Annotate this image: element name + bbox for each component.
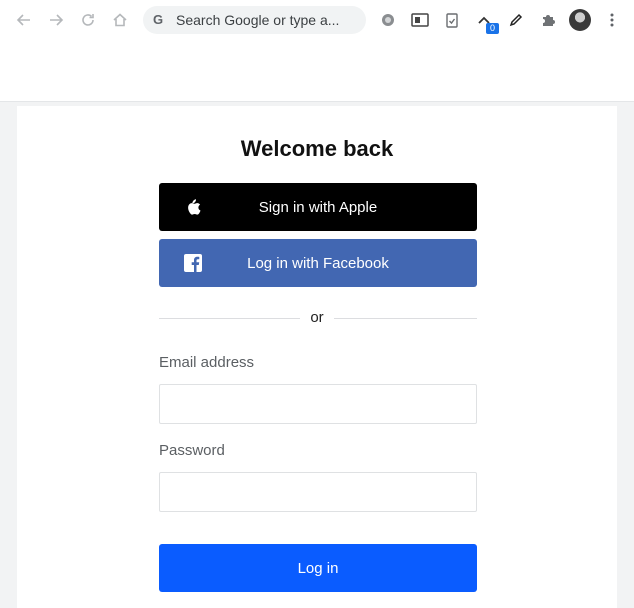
page-header	[0, 40, 634, 102]
browser-toolbar: G Search Google or type a... 0	[0, 0, 634, 40]
avatar[interactable]	[569, 9, 591, 31]
email-label: Email address	[159, 354, 255, 371]
extension-icon[interactable]	[378, 10, 398, 30]
facebook-login-button[interactable]: Log in with Facebook	[159, 239, 477, 287]
page-title: Welcome back	[240, 136, 394, 161]
apple-sign-in-button[interactable]: Sign in with Apple	[159, 183, 477, 231]
omnibox-placeholder: Search Google or type a...	[176, 12, 340, 28]
password-label: Password	[159, 442, 225, 459]
facebook-icon	[183, 253, 203, 273]
login-button-label: Log in	[297, 559, 339, 577]
divider-left	[159, 318, 300, 319]
apple-button-label: Sign in with Apple	[258, 198, 378, 216]
login-card	[17, 106, 617, 608]
or-separator: or	[310, 309, 324, 326]
more-icon[interactable]	[602, 10, 622, 30]
omnibox[interactable]: G Search Google or type a...	[143, 6, 366, 34]
clipboard-icon[interactable]	[442, 10, 462, 30]
home-icon[interactable]	[110, 10, 130, 30]
apple-icon	[183, 197, 203, 217]
forward-icon[interactable]	[46, 10, 66, 30]
back-icon[interactable]	[14, 10, 34, 30]
puzzle-icon[interactable]	[538, 10, 558, 30]
extension-badge: 0	[486, 23, 499, 34]
pen-icon[interactable]	[506, 10, 526, 30]
translate-icon[interactable]	[410, 10, 430, 30]
reload-icon[interactable]	[78, 10, 98, 30]
password-field[interactable]	[159, 472, 477, 512]
email-field[interactable]	[159, 384, 477, 424]
divider-right	[334, 318, 477, 319]
facebook-button-label: Log in with Facebook	[247, 254, 389, 272]
google-icon: G	[153, 12, 164, 27]
login-button[interactable]: Log in	[159, 544, 477, 592]
